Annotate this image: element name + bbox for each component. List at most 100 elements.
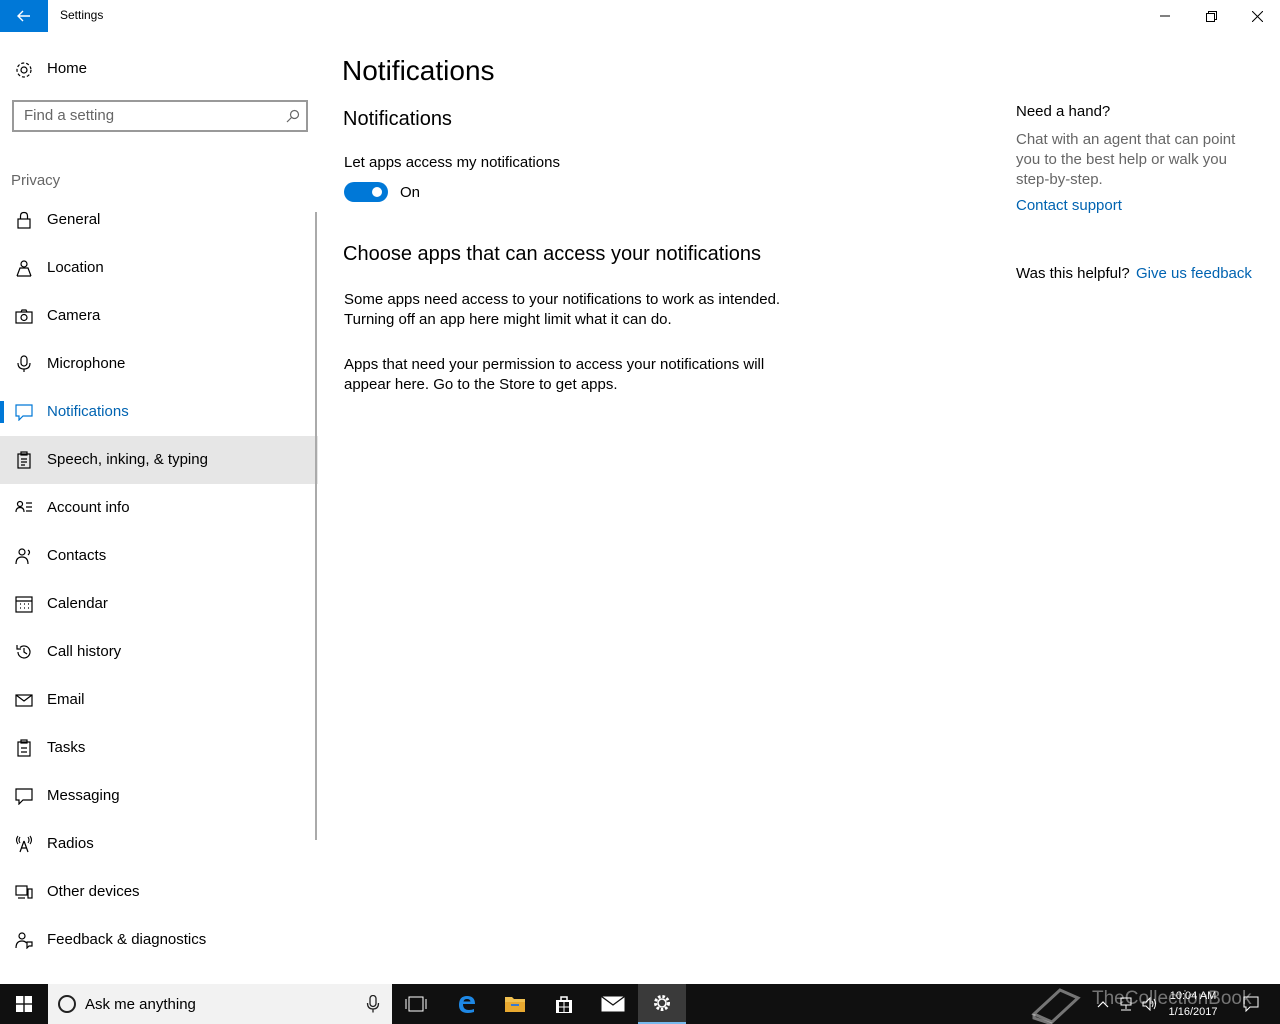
sidebar-item-location[interactable]: Location (0, 244, 318, 292)
sidebar-item-notifications[interactable]: Notifications (0, 388, 318, 436)
cortana-placeholder: Ask me anything (85, 996, 196, 1013)
give-feedback-link[interactable]: Give us feedback (1136, 265, 1252, 282)
sidebar-item-label: Notifications (47, 403, 129, 420)
radio-tower-icon (15, 835, 33, 853)
windows-logo-icon (16, 996, 32, 1012)
sidebar-item-label: Contacts (47, 547, 107, 564)
folder-icon (505, 997, 525, 1012)
sidebar-item-label: Messaging (47, 787, 120, 804)
contacts-icon (15, 548, 31, 565)
toggle-state-label: On (400, 184, 421, 201)
show-hidden-icons-button[interactable] (1094, 984, 1112, 1024)
camera-icon (15, 309, 33, 324)
sidebar-item-other-devices[interactable]: Other devices (0, 868, 318, 916)
minimize-icon (1160, 15, 1170, 17)
contact-support-link[interactable]: Contact support (1016, 197, 1122, 214)
network-icon (1120, 997, 1132, 1011)
mail-icon (601, 996, 625, 1012)
restore-icon (1205, 10, 1217, 22)
description-paragraph: Some apps need access to your notificati… (344, 291, 781, 328)
task-view-button[interactable] (392, 984, 440, 1024)
helpful-question: Was this helpful? (1016, 265, 1130, 282)
sidebar-item-label: Tasks (47, 739, 86, 756)
action-center-icon (1243, 996, 1259, 1012)
sidebar-item-label: Microphone (47, 355, 126, 372)
section-label: Privacy (11, 172, 61, 189)
lock-icon (17, 211, 31, 229)
file-explorer-button[interactable] (491, 984, 539, 1024)
window-title: Settings (60, 8, 104, 22)
microphone-icon[interactable] (366, 995, 380, 1013)
close-icon (1251, 10, 1263, 22)
cortana-search-box[interactable]: Ask me anything (48, 984, 392, 1024)
sidebar-item-label: Other devices (47, 883, 140, 900)
sidebar-item-camera[interactable]: Camera (0, 292, 318, 340)
sidebar-item-account-info[interactable]: Account info (0, 484, 318, 532)
account-info-icon (15, 500, 32, 513)
network-button[interactable] (1116, 984, 1136, 1024)
feedback-icon (15, 932, 33, 949)
edge-button[interactable] (443, 984, 491, 1024)
sidebar-item-feedback-diagnostics[interactable]: Feedback & diagnostics (0, 916, 318, 964)
back-button[interactable] (0, 0, 48, 32)
sidebar-item-speech-inking-typing[interactable]: Speech, inking, & typing (0, 436, 318, 484)
sidebar-item-calendar[interactable]: Calendar (0, 580, 318, 628)
toggle-knob (372, 187, 382, 197)
microphone-icon (17, 355, 31, 372)
action-center-button[interactable] (1236, 984, 1266, 1024)
sidebar-item-label: Account info (47, 499, 130, 516)
notifications-toggle[interactable] (344, 182, 388, 202)
sidebar-item-label: Call history (47, 643, 122, 660)
location-person-icon (16, 260, 32, 277)
message-icon (15, 788, 33, 805)
toggle-label: Let apps access my notifications (344, 154, 560, 171)
devices-icon (15, 885, 33, 899)
volume-button[interactable] (1140, 984, 1160, 1024)
sidebar-item-label: Location (47, 259, 104, 276)
section-title: Notifications (343, 108, 452, 130)
clock-date: 1/16/2017 (1168, 1006, 1218, 1018)
search-icon (286, 109, 300, 123)
sidebar-item-radios[interactable]: Radios (0, 820, 318, 868)
sidebar-item-messaging[interactable]: Messaging (0, 772, 318, 820)
tasks-icon (17, 739, 31, 757)
gear-icon (654, 995, 670, 1011)
history-icon (16, 645, 31, 659)
clipboard-icon (17, 451, 31, 469)
back-arrow-icon (17, 10, 30, 22)
mail-button[interactable] (589, 984, 637, 1024)
start-button[interactable] (0, 984, 48, 1024)
selection-indicator (0, 401, 4, 423)
sidebar-item-email[interactable]: Email (0, 676, 318, 724)
gear-icon (16, 62, 32, 78)
sidebar-item-label: General (47, 211, 101, 228)
minimize-button[interactable] (1142, 0, 1188, 32)
sidebar: Home Find a setting Privacy General Locat… (0, 32, 320, 984)
sidebar-item-label: Speech, inking, & typing (47, 451, 208, 468)
sidebar-item-tasks[interactable]: Tasks (0, 724, 318, 772)
home-label: Home (47, 60, 88, 77)
privacy-nav-list: General Location Camera Microphone Notificat… (0, 196, 318, 964)
sidebar-scrollbar[interactable] (315, 212, 317, 840)
close-button[interactable] (1234, 0, 1280, 32)
apps-placeholder-paragraph: Apps that need your permission to access… (344, 356, 765, 393)
sidebar-item-label: Email (47, 691, 85, 708)
sidebar-item-microphone[interactable]: Microphone (0, 340, 318, 388)
sidebar-item-contacts[interactable]: Contacts (0, 532, 318, 580)
restore-button[interactable] (1188, 0, 1234, 32)
store-button[interactable] (540, 984, 588, 1024)
speech-bubble-icon (15, 404, 33, 421)
settings-taskbar-button[interactable] (638, 984, 686, 1024)
task-view-icon (405, 996, 427, 1012)
mail-icon (15, 694, 33, 707)
cortana-icon (58, 995, 76, 1013)
calendar-icon (15, 596, 33, 613)
search-input[interactable]: Find a setting (12, 100, 308, 132)
title-bar: Settings (0, 0, 1280, 32)
sidebar-item-call-history[interactable]: Call history (0, 628, 318, 676)
sidebar-item-general[interactable]: General (0, 196, 318, 244)
apps-heading: Choose apps that can access your notific… (343, 243, 762, 265)
home-link[interactable]: Home (0, 52, 320, 86)
clock[interactable]: 10:04 AM 1/16/2017 (1160, 988, 1226, 1020)
chevron-up-icon (1097, 1001, 1109, 1008)
